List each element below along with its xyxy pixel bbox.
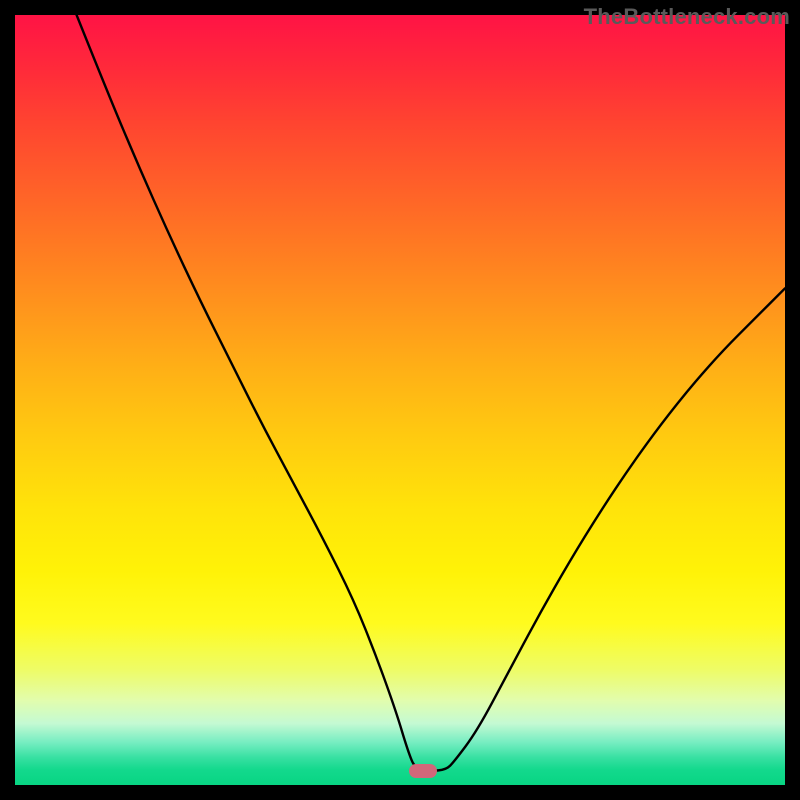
plot-area: [15, 15, 785, 785]
bottleneck-curve: [15, 15, 785, 785]
optimal-point-marker: [409, 764, 437, 778]
watermark-text: TheBottleneck.com: [584, 4, 790, 30]
curve-path: [77, 15, 785, 771]
chart-frame: TheBottleneck.com: [0, 0, 800, 800]
